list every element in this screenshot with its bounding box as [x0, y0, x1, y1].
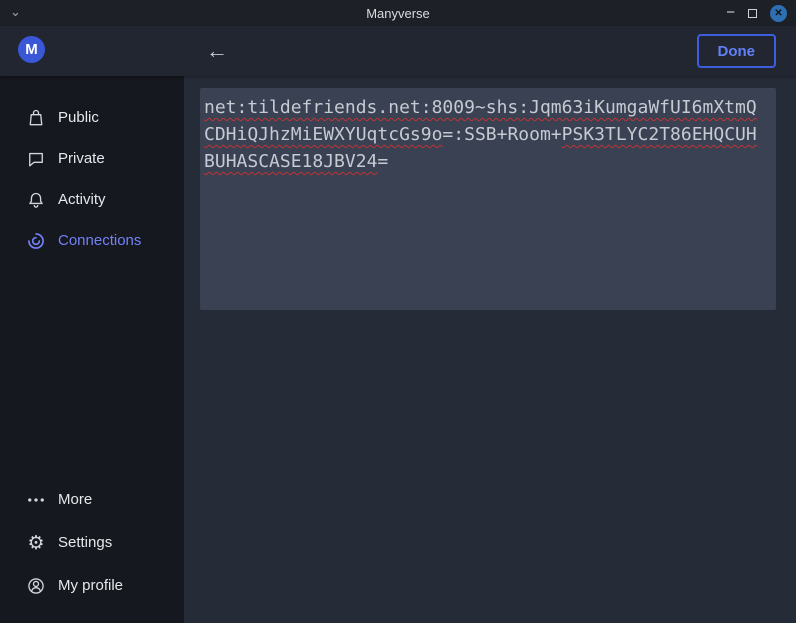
sidebar-item-label: Private	[58, 150, 105, 167]
back-arrow-icon[interactable]: ←	[201, 35, 233, 67]
close-button[interactable]: ✕	[770, 5, 787, 22]
sidebar-item-more[interactable]: More	[0, 478, 184, 521]
sidebar-tabs: Public Private Activity	[0, 76, 184, 261]
sidebar-item-settings[interactable]: ⚙ Settings	[0, 521, 184, 564]
window-title: Manyverse	[0, 6, 796, 21]
sidebar-item-label: Settings	[58, 534, 112, 551]
invite-text-segment: HASCASE18JBV24	[226, 151, 378, 172]
sidebar-item-label: Public	[58, 109, 99, 126]
manyverse-logo: M	[18, 36, 45, 63]
private-icon	[26, 149, 46, 169]
restore-button[interactable]	[748, 9, 757, 18]
minimize-button[interactable]: −	[726, 1, 735, 25]
sidebar-item-public[interactable]: Public	[0, 97, 184, 138]
done-button[interactable]: Done	[697, 34, 777, 68]
sidebar-item-my-profile[interactable]: My profile	[0, 564, 184, 607]
sidebar-item-label: Activity	[58, 191, 106, 208]
sidebar: Public Private Activity	[0, 76, 184, 623]
sidebar-item-private[interactable]: Private	[0, 138, 184, 179]
invite-text-segment: =	[377, 151, 388, 172]
activity-bell-icon	[26, 190, 46, 210]
more-dots-icon	[26, 490, 46, 510]
invite-text-segment: SSB+Room+	[464, 124, 562, 145]
invite-code-input[interactable]: net:tildefriends.net:8009~shs:Jqm63iKumg…	[200, 88, 776, 310]
public-icon	[26, 108, 46, 128]
window-titlebar: ⌄ Manyverse − ✕	[0, 0, 796, 26]
sidebar-footer: More ⚙ Settings My profile	[0, 478, 184, 607]
sidebar-item-activity[interactable]: Activity	[0, 179, 184, 220]
settings-gear-icon: ⚙	[26, 533, 46, 553]
profile-icon	[26, 576, 46, 596]
connections-swirl-icon	[26, 231, 46, 251]
sidebar-item-label: Connections	[58, 232, 141, 249]
sidebar-item-label: More	[58, 491, 92, 508]
window-controls: − ✕	[726, 0, 787, 26]
invite-text-segment: =:	[442, 124, 464, 145]
sidebar-item-connections[interactable]: Connections	[0, 220, 184, 261]
app-header: M ← Done	[0, 26, 796, 76]
sidebar-item-label: My profile	[58, 577, 123, 594]
